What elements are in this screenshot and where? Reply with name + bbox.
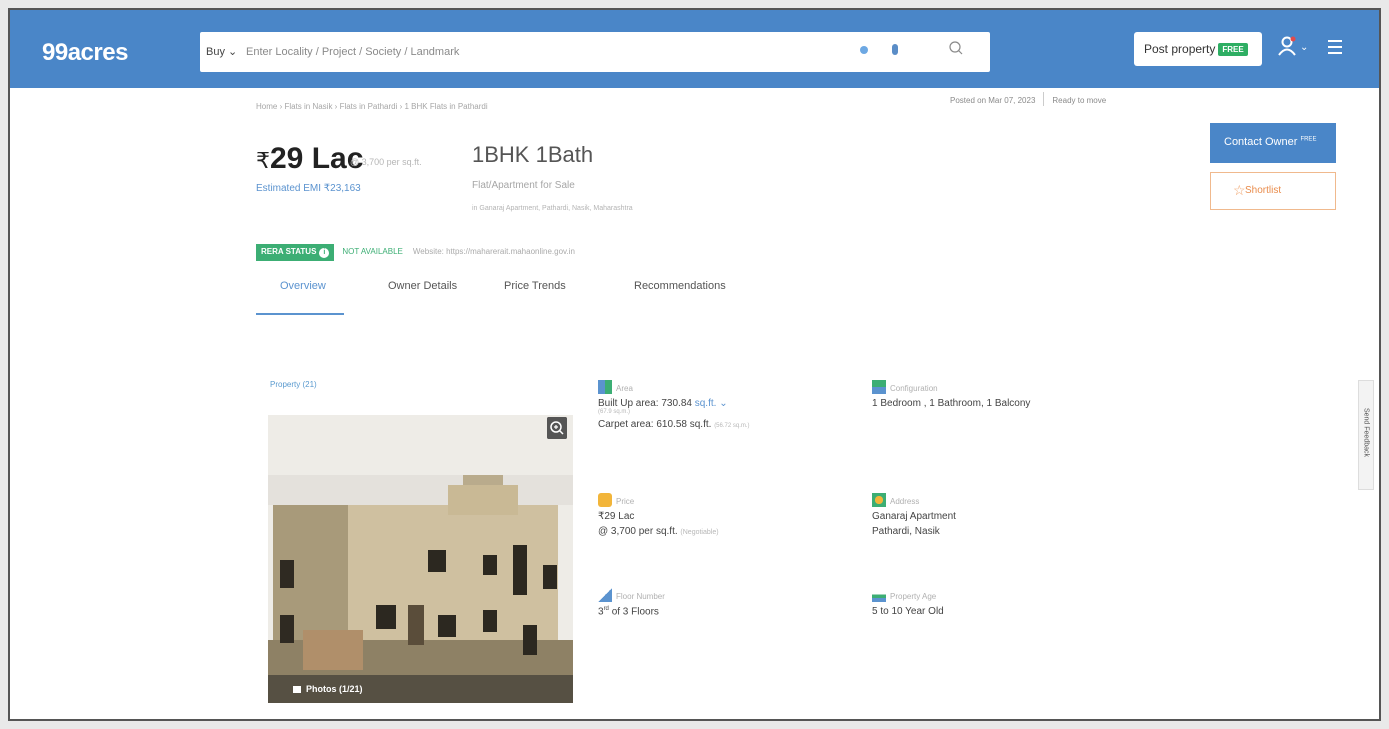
attr-address: Address Ganaraj Apartment Pathardi, Nasi… [872,493,956,537]
tab-owner-details[interactable]: Owner Details [388,280,457,292]
property-type: Flat/Apartment for Sale [472,180,575,191]
address-line1: Ganaraj Apartment [872,511,956,522]
property-age-label: Property Age [890,592,937,601]
tab-recommendations[interactable]: Recommendations [634,280,726,292]
property-section-label: Property (21) [270,380,317,389]
configuration-label: Configuration [890,384,938,393]
carpet-area: Carpet area: 610.58 sq.ft. [598,419,712,430]
active-tab-underline [256,313,344,315]
property-photo[interactable] [268,415,573,703]
user-account-icon[interactable] [1278,36,1296,56]
photos-count-badge[interactable]: Photos (1/21) [268,675,573,703]
search-bar[interactable]: Buy ⌄ [200,32,990,72]
top-navbar: 99acres Buy ⌄ Post propertyFREE ⌄ [10,10,1379,88]
area-unit-dropdown[interactable]: sq.ft. ⌄ [695,398,728,409]
send-feedback-tab[interactable]: Send Feedback [1358,380,1374,490]
photos-count-label: Photos (1/21) [306,684,363,694]
floor-stairs-icon [598,588,612,602]
zoom-in-icon[interactable] [547,417,567,439]
shortlist-label: Shortlist [1245,185,1282,196]
attr-price: Price ₹29 Lac @ 3,700 per sq.ft. (Negoti… [598,493,719,537]
search-icon[interactable] [948,40,964,56]
hamburger-menu-icon[interactable] [1328,40,1342,58]
property-age-value: 5 to 10 Year Old [872,606,944,617]
tab-price-trends[interactable]: Price Trends [504,280,566,292]
price-per-sqft: @ 3,700 per sq.ft. [350,157,422,167]
address-line: in Ganaraj Apartment, Pathardi, Nasik, M… [472,205,633,212]
carpet-sqm: (56.72 sq.m.) [714,423,750,429]
buy-dropdown[interactable]: Buy ⌄ [206,45,237,58]
built-up-area: Built Up area: 730.84 [598,398,692,409]
site-logo[interactable]: 99acres [42,39,128,67]
price-heading: ₹29 Lac [256,142,363,176]
shortlist-button[interactable]: ☆ Shortlist [1210,172,1336,210]
emi-link[interactable]: Estimated EMI ₹23,163 [256,183,361,194]
rera-website[interactable]: Website: https://maharerait.mahaonline.g… [413,247,575,256]
address-pin-icon [872,493,886,507]
attr-configuration: Configuration 1 Bedroom , 1 Bathroom, 1 … [872,380,1030,409]
attr-property-age: Property Age 5 to 10 Year Old [872,588,944,617]
contact-free-badge: FREE [1300,136,1317,143]
attr-area: Area Built Up area: 730.84 sq.ft. ⌄ (67.… [598,380,750,430]
attr-floor: Floor Number 3rd of 3 Floors [598,588,665,617]
microphone-icon[interactable] [892,44,898,55]
post-property-button[interactable]: Post property FREE [1134,32,1262,66]
tab-overview[interactable]: Overview [280,280,326,292]
rera-row: RERA STATUS i NOT AVAILABLE Website: https:… [256,244,575,262]
free-badge: FREE [1218,43,1248,56]
rera-not-available: NOT AVAILABLE [342,247,403,256]
page-frame: 99acres Buy ⌄ Post propertyFREE ⌄ Home ›… [8,8,1381,721]
floor-label: Floor Number [616,592,665,601]
built-up-sqm: (67.9 sq.m.) [598,409,631,415]
price-attr-value: ₹29 Lac [598,511,635,522]
star-icon: ☆ [1233,182,1246,198]
rupee-symbol: ₹ [256,148,270,173]
posted-info: Posted on Mar 07, 2023 Ready to move [950,92,1106,106]
send-feedback-label: Send Feedback [1362,407,1370,458]
breadcrumb[interactable]: Home › Flats in Nasik › Flats in Pathard… [256,102,488,111]
location-icon[interactable] [860,46,868,54]
address-line2: Pathardi, Nasik [872,526,940,537]
address-label: Address [890,497,920,506]
floor-suffix: rd [603,606,609,612]
configuration-value: 1 Bedroom , 1 Bathroom, 1 Balcony [872,398,1031,409]
building-image [268,415,573,703]
negotiable-note: (Negotiable) [680,529,719,536]
rera-badge-label: RERA STATUS [261,247,317,256]
post-property-label: Post property [1144,42,1216,56]
contact-owner-button[interactable]: Contact Owner FREE [1210,123,1336,163]
contact-owner-label: Contact Owner [1224,136,1298,148]
area-icon [598,380,612,394]
chevron-down-icon[interactable]: ⌄ [1300,42,1308,53]
price-attr-per-sqft: @ 3,700 per sq.ft. [598,526,678,537]
image-icon [293,686,301,693]
buy-label: Buy [206,46,225,58]
price-tag-icon [598,493,612,507]
posted-date: Posted on Mar 07, 2023 [950,96,1036,105]
rera-status-badge: RERA STATUS i [256,244,335,261]
ready-status: Ready to move [1052,96,1107,105]
search-input[interactable] [246,42,806,62]
price-label: Price [616,497,635,506]
area-label: Area [616,384,633,393]
floor-value: of 3 Floors [611,606,659,618]
config-title: 1BHK 1Bath [472,142,594,167]
building-age-icon [872,588,886,602]
area-unit-label: sq.ft. [694,398,717,409]
info-icon[interactable]: i [319,248,330,258]
bed-icon [872,380,886,394]
